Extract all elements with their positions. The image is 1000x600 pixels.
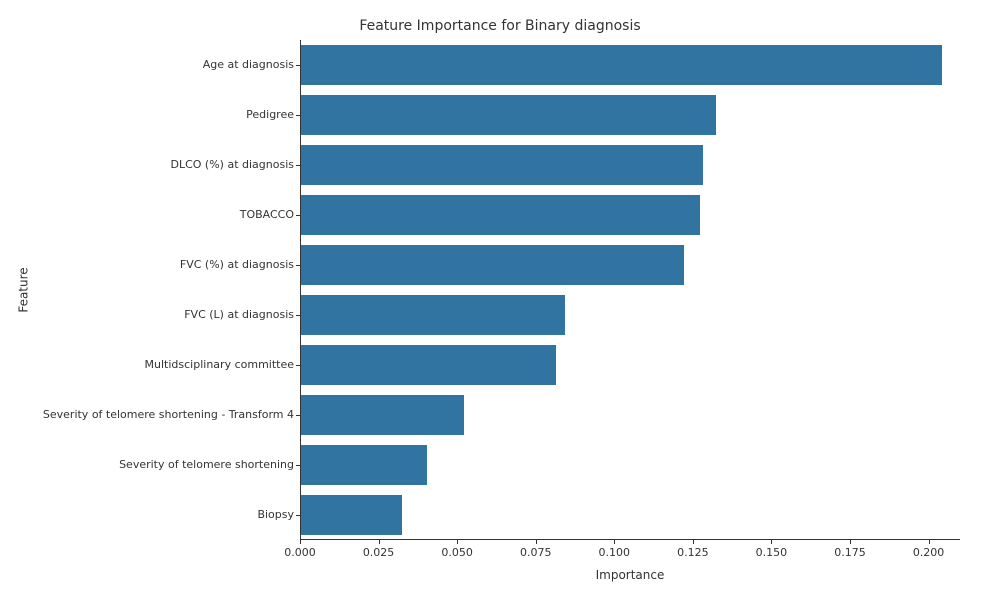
bar (301, 445, 427, 485)
x-tick (300, 540, 301, 544)
y-tick (296, 115, 300, 116)
x-tick (771, 540, 772, 544)
bar-slot (301, 340, 961, 390)
x-tick (614, 540, 615, 544)
y-tick-label: Severity of telomere shortening - Transf… (43, 390, 294, 440)
y-tick (296, 165, 300, 166)
bar (301, 145, 703, 185)
x-tick-label: 0.075 (520, 546, 552, 559)
x-tick-label: 0.100 (599, 546, 631, 559)
bar-slot (301, 40, 961, 90)
y-tick-label: Severity of telomere shortening (119, 440, 294, 490)
y-tick (296, 465, 300, 466)
x-tick-label: 0.200 (913, 546, 945, 559)
bar (301, 395, 464, 435)
y-tick-labels: Age at diagnosisPedigreeDLCO (%) at diag… (0, 40, 294, 540)
bar (301, 95, 716, 135)
bar (301, 345, 556, 385)
y-tick-label: Multidsciplinary committee (145, 340, 294, 390)
bar-slot (301, 140, 961, 190)
x-tick-label: 0.175 (834, 546, 866, 559)
y-tick-label: Age at diagnosis (203, 40, 294, 90)
bar-slot (301, 490, 961, 540)
bar (301, 295, 565, 335)
bar-slot (301, 90, 961, 140)
x-tick (850, 540, 851, 544)
y-tick (296, 315, 300, 316)
bar-slot (301, 290, 961, 340)
bar-slot (301, 390, 961, 440)
bar-slot (301, 440, 961, 490)
x-tick (457, 540, 458, 544)
bar (301, 245, 684, 285)
y-tick-label: FVC (L) at diagnosis (184, 290, 294, 340)
y-tick (296, 515, 300, 516)
y-tick (296, 415, 300, 416)
y-tick (296, 365, 300, 366)
plot-area (300, 40, 960, 540)
bar (301, 495, 402, 535)
x-tick (929, 540, 930, 544)
x-tick-label: 0.000 (284, 546, 316, 559)
bar (301, 45, 942, 85)
y-tick (296, 215, 300, 216)
x-axis-label: Importance (300, 568, 960, 582)
x-tick-label: 0.125 (677, 546, 709, 559)
x-tick (379, 540, 380, 544)
bar (301, 195, 700, 235)
figure: Feature Importance for Binary diagnosis … (0, 0, 1000, 600)
bars-group (301, 40, 960, 539)
y-tick-label: FVC (%) at diagnosis (180, 240, 294, 290)
x-tick-label: 0.050 (441, 546, 473, 559)
y-tick-label: Pedigree (246, 90, 294, 140)
x-tick-label: 0.150 (756, 546, 788, 559)
chart-title: Feature Importance for Binary diagnosis (0, 18, 1000, 34)
x-tick (536, 540, 537, 544)
y-tick (296, 65, 300, 66)
y-tick-label: DLCO (%) at diagnosis (171, 140, 295, 190)
bar-slot (301, 240, 961, 290)
y-tick (296, 265, 300, 266)
bar-slot (301, 190, 961, 240)
x-tick-label: 0.025 (363, 546, 395, 559)
y-tick-label: TOBACCO (240, 190, 294, 240)
y-tick-label: Biopsy (257, 490, 294, 540)
x-tick (693, 540, 694, 544)
